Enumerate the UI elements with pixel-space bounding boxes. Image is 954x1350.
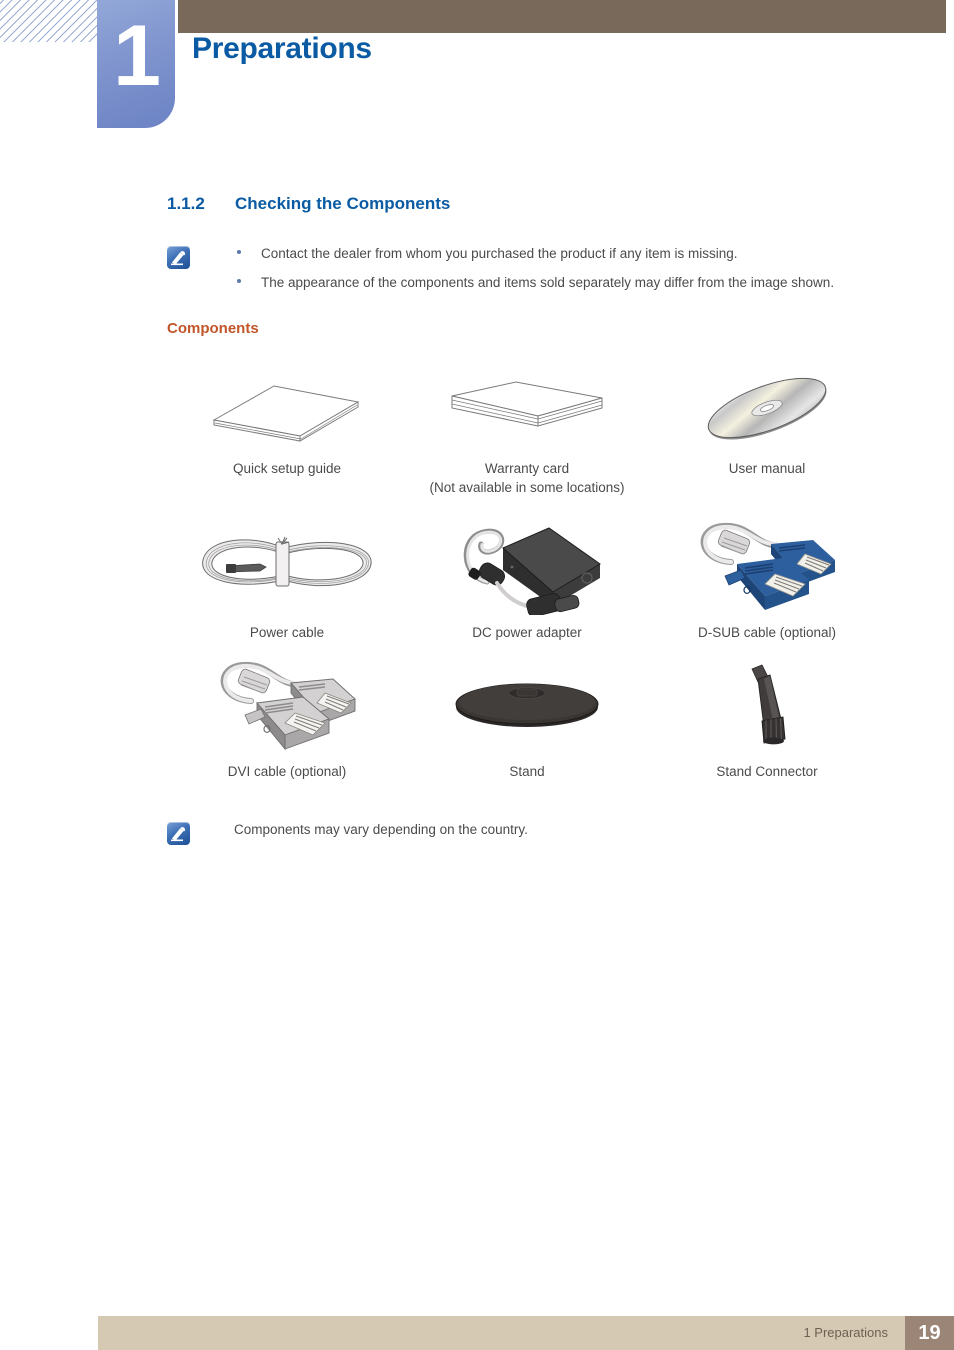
components-row: Quick setup guide Warranty card (Not ava… — [167, 365, 887, 497]
component-item: Quick setup guide — [167, 365, 407, 497]
component-caption: DC power adapter — [472, 625, 582, 640]
component-caption: Warranty card (Not available in some loc… — [429, 459, 624, 497]
component-item: Stand — [407, 658, 647, 781]
quick-setup-guide-booklet-icon — [187, 365, 387, 451]
component-item: Warranty card (Not available in some loc… — [407, 365, 647, 497]
footer-chapter-label: 1 Preparations — [803, 1325, 888, 1340]
footer-bar: 1 Preparations — [98, 1316, 905, 1350]
component-caption: D-SUB cable (optional) — [697, 625, 837, 640]
note-block-bottom: Components may vary depending on the cou… — [167, 822, 528, 845]
component-item: DVI cable (optional) — [167, 658, 407, 781]
note-bullet-item: Contact the dealer from whom you purchas… — [237, 246, 834, 275]
warranty-card-booklet-icon — [427, 365, 627, 451]
page-header: 1 Preparations — [0, 0, 954, 150]
note-pencil-icon — [167, 822, 190, 845]
component-item: D-SUB cable (optional) — [647, 519, 887, 642]
component-caption: Stand Connector — [716, 764, 818, 779]
page-footer: 1 Preparations 19 — [98, 1316, 954, 1350]
bullet-dot-icon — [237, 279, 241, 283]
note-bullet-text: Contact the dealer from whom you purchas… — [261, 246, 738, 261]
chapter-title: Preparations — [192, 32, 372, 65]
note-bullet-text: The appearance of the components and ite… — [261, 275, 835, 290]
section-number: 1.1.2 — [167, 194, 205, 213]
component-item: DC power adapter — [407, 519, 647, 642]
components-row: Power cable DC power adapter D-SUB cable… — [167, 519, 887, 642]
stand-base-icon — [427, 658, 627, 754]
component-caption: Stand — [509, 764, 545, 779]
component-item: Stand Connector — [647, 658, 887, 781]
component-item: User manual — [647, 365, 887, 497]
components-row: DVI cable (optional) Stand Stand Connect… — [167, 658, 887, 781]
dc-power-adapter-icon — [427, 519, 627, 615]
component-caption: User manual — [728, 461, 806, 476]
note-bullet-item: The appearance of the components and ite… — [237, 275, 834, 304]
dvi-cable-icon — [187, 658, 387, 754]
component-caption-line2: (Not available in some locations) — [429, 480, 625, 495]
user-manual-cd-icon — [667, 365, 867, 451]
components-grid: Quick setup guide Warranty card (Not ava… — [167, 365, 887, 781]
component-caption: Power cable — [249, 625, 325, 640]
power-cable-icon — [187, 519, 387, 615]
chapter-number-badge: 1 — [97, 0, 175, 128]
note-bullet-list: Contact the dealer from whom you purchas… — [237, 246, 834, 304]
decorative-hatch-pattern — [0, 0, 98, 42]
note-block-top: Contact the dealer from whom you purchas… — [167, 246, 834, 304]
component-caption-line1: Warranty card — [484, 461, 570, 476]
components-subheading: Components — [167, 320, 259, 337]
component-item: Power cable — [167, 519, 407, 642]
bullet-dot-icon — [237, 250, 241, 254]
section-title: Checking the Components — [235, 194, 451, 213]
note-text-wrapper: Components may vary depending on the cou… — [234, 822, 528, 845]
d-sub-cable-icon — [667, 519, 867, 615]
stand-connector-icon — [667, 658, 867, 754]
note-text: Components may vary depending on the cou… — [234, 822, 528, 837]
page-number-badge: 19 — [905, 1316, 954, 1350]
section-heading: 1.1.2 Checking the Components — [167, 194, 450, 214]
component-caption: Quick setup guide — [232, 461, 342, 476]
component-caption: DVI cable (optional) — [227, 764, 347, 779]
note-pencil-icon — [167, 246, 190, 269]
header-brown-bar — [178, 0, 946, 33]
note-line: Components may vary depending on the cou… — [234, 822, 528, 845]
